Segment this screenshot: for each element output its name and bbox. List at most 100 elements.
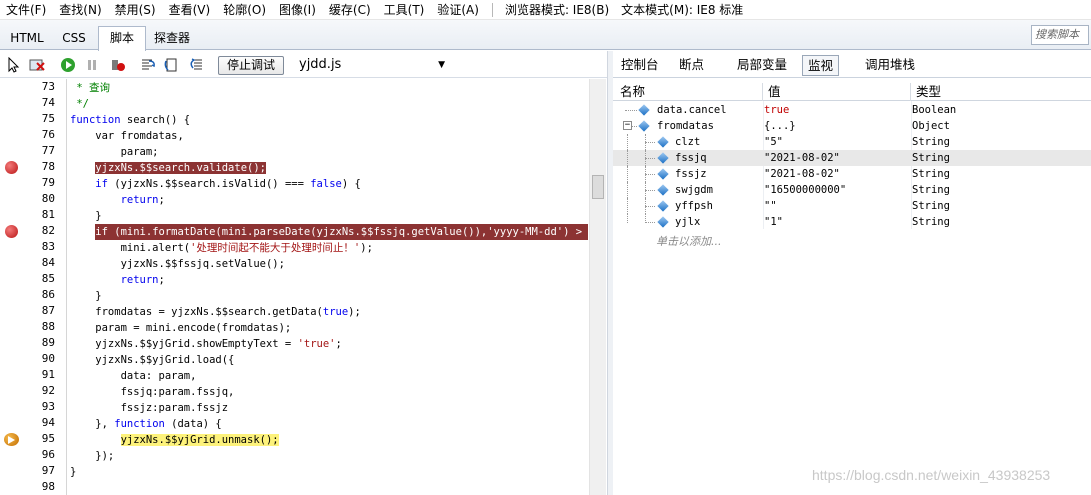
watch-type: Boolean bbox=[912, 104, 957, 116]
tab-call-stack[interactable]: 调用堆栈 bbox=[860, 55, 920, 76]
tab-console[interactable]: 控制台 bbox=[616, 55, 664, 76]
document-mode[interactable]: 文本模式(M): IE8 标准 bbox=[615, 1, 749, 18]
code-token: mini.alert( bbox=[70, 242, 191, 254]
code-token: param = mini.encode(fromdatas); bbox=[70, 322, 292, 334]
tab-watch[interactable]: 监视 bbox=[802, 55, 840, 76]
line-number: 78 bbox=[41, 160, 55, 173]
watch-name: yjlx bbox=[675, 216, 701, 228]
watch-row[interactable]: fssjz "2021-08-02" String bbox=[613, 166, 1091, 182]
code-token: ) { bbox=[341, 178, 361, 190]
stop-debugging-button[interactable]: 停止调试 bbox=[218, 56, 284, 75]
tab-script[interactable]: 脚本 bbox=[98, 26, 146, 51]
watch-name: fssjz bbox=[675, 168, 707, 180]
column-type[interactable]: 类型 bbox=[916, 83, 941, 100]
code-line: if (mini.formatDate(mini.parseDate(yjzxN… bbox=[70, 224, 588, 240]
line-number: 81 bbox=[41, 208, 55, 221]
property-icon bbox=[657, 184, 669, 196]
browser-mode[interactable]: 浏览器模式: IE8(B) bbox=[499, 1, 615, 18]
property-icon bbox=[657, 216, 669, 228]
column-value[interactable]: 值 bbox=[768, 83, 781, 100]
menu-file[interactable]: 文件(F) bbox=[0, 0, 53, 20]
select-element-icon[interactable] bbox=[6, 57, 22, 73]
menu-disable[interactable]: 禁用(S) bbox=[109, 0, 163, 20]
scrollbar-thumb[interactable] bbox=[592, 175, 604, 199]
column-name[interactable]: 名称 bbox=[620, 83, 645, 100]
collapse-toggle-icon[interactable]: − bbox=[623, 121, 632, 130]
watch-row[interactable]: fssjq "2021-08-02" String bbox=[613, 150, 1091, 166]
watermark-text: https://blog.csdn.net/weixin_43938253 bbox=[812, 467, 1051, 483]
tree-connector bbox=[645, 158, 655, 159]
step-into-icon[interactable] bbox=[140, 57, 156, 73]
code-line: fromdatas = yjzxNs.$$search.getData(true… bbox=[70, 304, 361, 320]
watch-value[interactable]: true bbox=[764, 102, 789, 118]
watch-value[interactable]: "1" bbox=[764, 214, 783, 230]
line-number: 93 bbox=[41, 400, 55, 413]
column-separator[interactable] bbox=[762, 83, 763, 101]
property-icon bbox=[657, 168, 669, 180]
code-token: ; bbox=[158, 274, 165, 286]
tab-bar: HTML CSS 脚本 探查器 搜索脚本 bbox=[0, 20, 1091, 51]
watch-row[interactable]: swjgdm "16500000000" String bbox=[613, 182, 1091, 198]
menu-outline[interactable]: 轮廓(O) bbox=[217, 0, 273, 20]
column-separator[interactable] bbox=[910, 83, 911, 101]
break-on-error-icon[interactable] bbox=[110, 57, 126, 73]
tab-html[interactable]: HTML bbox=[4, 27, 50, 50]
code-token: fssjq:param.fssjq, bbox=[70, 386, 235, 398]
watch-value[interactable]: "2021-08-02" bbox=[764, 150, 840, 166]
code-editor[interactable]: 73 74 75 76 77 78 79 80 81 82 83 84 85 86 87 88 89 90 91 92… bbox=[0, 79, 588, 495]
line-gutter[interactable]: 73 74 75 76 77 78 79 80 81 82 83 84 85 86 87 88 89 90 91 92… bbox=[0, 79, 67, 495]
watch-value[interactable]: "2021-08-02" bbox=[764, 166, 840, 182]
code-token: 'true' bbox=[297, 338, 336, 350]
watch-type: String bbox=[912, 216, 950, 228]
continue-icon[interactable] bbox=[60, 57, 76, 73]
code-line: yjzxNs.$$search.validate(); bbox=[70, 160, 266, 176]
current-statement-icon[interactable] bbox=[4, 433, 19, 446]
code-line: } bbox=[70, 208, 101, 224]
breakpoint-icon[interactable] bbox=[5, 161, 18, 174]
code-token: } bbox=[70, 466, 77, 478]
menu-tools[interactable]: 工具(T) bbox=[378, 0, 432, 20]
code-token: ; bbox=[158, 194, 165, 206]
watch-value[interactable]: "5" bbox=[764, 134, 783, 150]
code-scrollbar[interactable] bbox=[589, 79, 606, 495]
property-icon bbox=[638, 104, 650, 116]
menu-validate[interactable]: 验证(A) bbox=[431, 0, 486, 20]
code-line: yjzxNs.$$yjGrid.load({ bbox=[70, 352, 234, 368]
menu-view[interactable]: 查看(V) bbox=[163, 0, 218, 20]
property-icon bbox=[657, 200, 669, 212]
watch-row[interactable]: data.cancel true Boolean bbox=[613, 102, 1091, 118]
step-over-icon[interactable] bbox=[164, 57, 180, 73]
menu-cache[interactable]: 缓存(C) bbox=[323, 0, 378, 20]
code-line: fssjq:param.fssjq, bbox=[70, 384, 235, 400]
watch-header: 名称 值 类型 bbox=[613, 83, 1091, 101]
menu-images[interactable]: 图像(I) bbox=[273, 0, 323, 20]
tab-css[interactable]: CSS bbox=[54, 27, 94, 50]
code-token: * 查询 bbox=[70, 82, 110, 94]
tab-profiler[interactable]: 探查器 bbox=[148, 27, 196, 50]
breakpoint-icon[interactable] bbox=[5, 225, 18, 238]
code-token: } bbox=[70, 290, 102, 302]
code-line: param = mini.encode(fromdatas); bbox=[70, 320, 291, 336]
tab-locals[interactable]: 局部变量 bbox=[732, 55, 792, 76]
code-token: function bbox=[70, 114, 121, 126]
pause-icon[interactable] bbox=[84, 57, 100, 73]
watch-value[interactable]: {...} bbox=[764, 118, 796, 134]
step-out-icon[interactable] bbox=[188, 57, 204, 73]
add-watch-hint[interactable]: 单击以添加... bbox=[656, 233, 722, 249]
tree-connector bbox=[645, 174, 655, 175]
watch-value[interactable]: "" bbox=[764, 198, 777, 214]
watch-row[interactable]: yffpsh "" String bbox=[613, 198, 1091, 214]
code-token: yjzxNs.$$fssjq.setValue(); bbox=[70, 258, 285, 270]
watch-row[interactable]: clzt "5" String bbox=[613, 134, 1091, 150]
menu-find[interactable]: 查找(N) bbox=[53, 0, 108, 20]
watch-value[interactable]: "16500000000" bbox=[764, 182, 846, 198]
code-line: return; bbox=[70, 192, 165, 208]
script-file-select[interactable]: yjdd.js ▼ bbox=[299, 55, 447, 75]
watch-row[interactable]: − fromdatas {...} Object bbox=[613, 118, 1091, 134]
clear-breakpoints-icon[interactable] bbox=[29, 57, 45, 73]
watch-row[interactable]: yjlx "1" String bbox=[613, 214, 1091, 230]
tab-breakpoints[interactable]: 断点 bbox=[674, 55, 709, 76]
search-script-input[interactable]: 搜索脚本 bbox=[1031, 25, 1089, 45]
